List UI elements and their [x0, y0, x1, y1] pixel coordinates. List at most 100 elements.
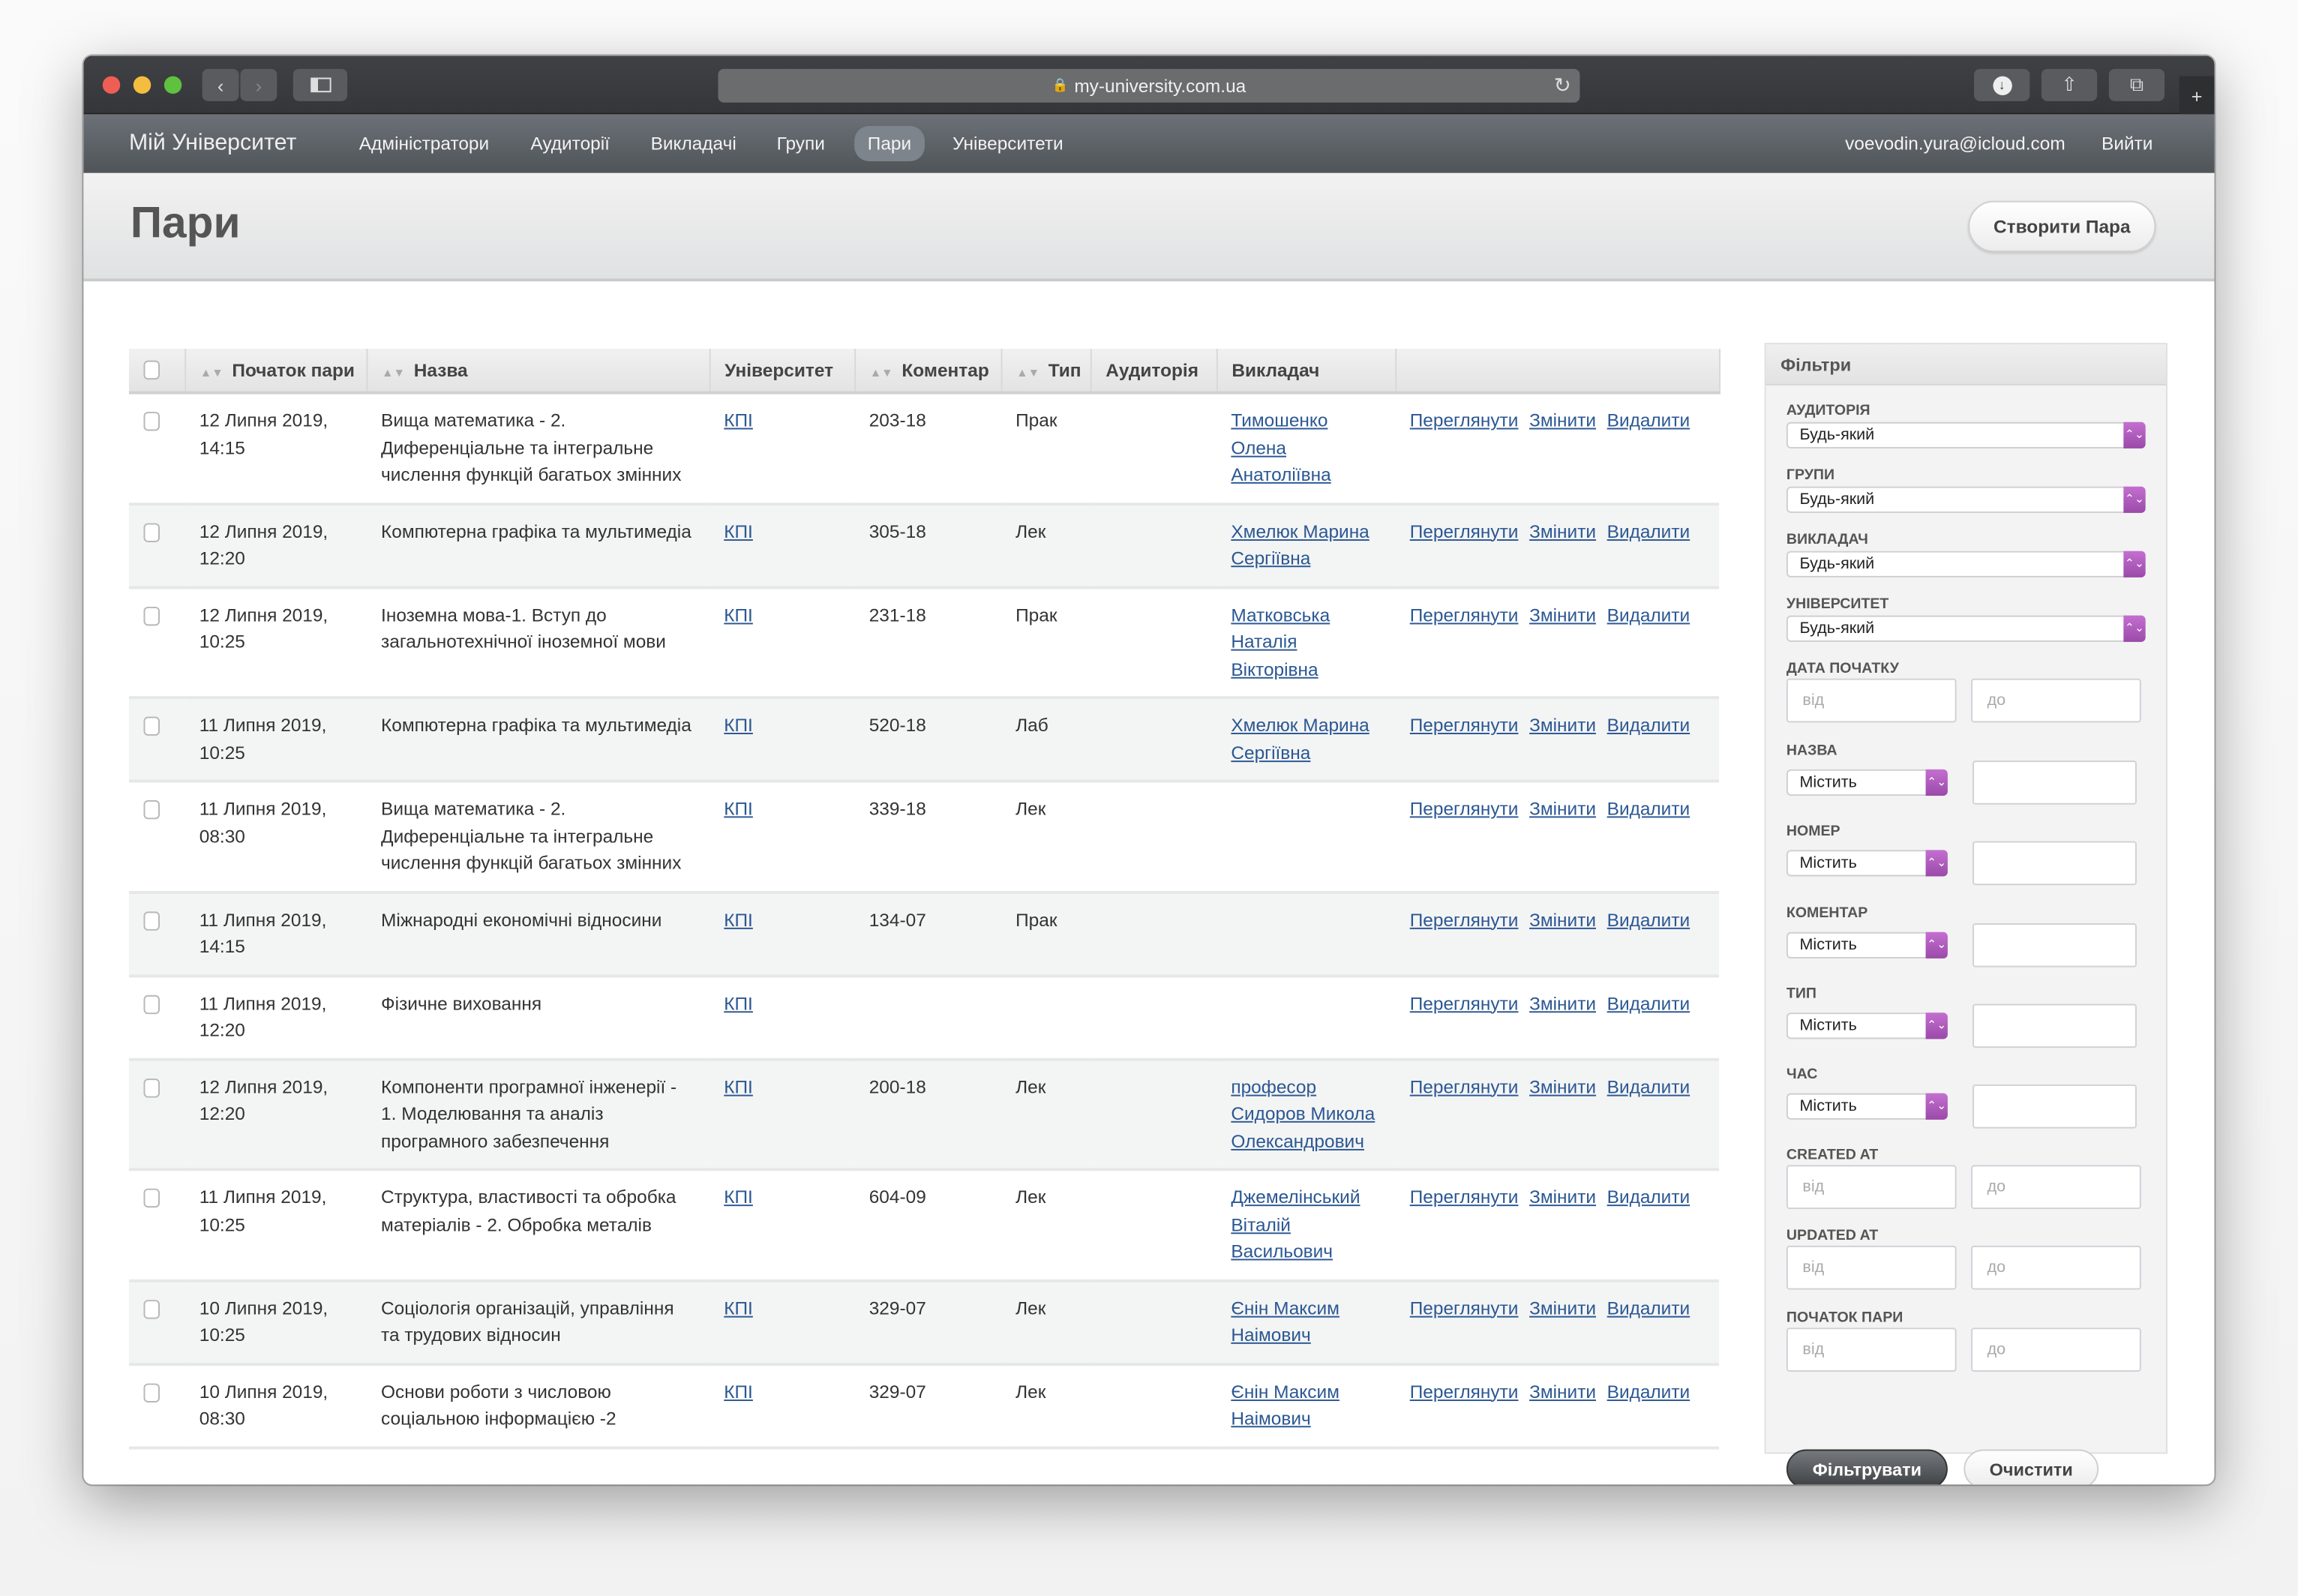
back-button[interactable]: ‹ [202, 68, 239, 101]
nav-item-teachers[interactable]: Викладачі [651, 114, 736, 172]
university-link[interactable]: КПІ [724, 1187, 753, 1208]
delete-link[interactable]: Видалити [1607, 909, 1690, 929]
select-all-checkbox[interactable] [143, 360, 160, 380]
filter-from-input[interactable]: від [1786, 1165, 1957, 1210]
view-link[interactable]: Переглянути [1410, 716, 1519, 736]
row-checkbox[interactable] [143, 412, 160, 431]
edit-link[interactable]: Змінити [1529, 799, 1596, 819]
delete-link[interactable]: Видалити [1607, 716, 1690, 736]
row-checkbox[interactable] [143, 1188, 160, 1208]
delete-link[interactable]: Видалити [1607, 1187, 1690, 1208]
reload-icon[interactable]: ↻ [1554, 74, 1571, 98]
view-link[interactable]: Переглянути [1410, 799, 1519, 819]
address-bar[interactable]: 🔒 my-university.com.ua ↻ [718, 68, 1580, 103]
teacher-link[interactable]: Хмелюк Марина Сергіївна [1231, 716, 1369, 764]
view-link[interactable]: Переглянути [1410, 521, 1519, 542]
share-button[interactable]: ⇧ [2041, 68, 2098, 101]
brand-link[interactable]: Мій Університет [129, 114, 296, 172]
university-link[interactable]: КПІ [724, 410, 753, 430]
maximize-window-button[interactable] [164, 76, 182, 94]
filter-operator-select[interactable]: Містить ⌃⌄ [1786, 1012, 1948, 1040]
teacher-link[interactable]: Матковська Наталія Вікторівна [1231, 604, 1330, 680]
teacher-link[interactable]: професор Сидоров Микола Олександрович [1231, 1076, 1375, 1151]
close-window-button[interactable] [102, 76, 121, 94]
downloads-button[interactable]: ↓ [1974, 68, 2030, 101]
filter-to-input[interactable]: до [1971, 678, 2141, 723]
filter-select[interactable]: Будь-який ⌃⌄ [1786, 486, 2146, 513]
filter-text-input[interactable] [1972, 1084, 2137, 1129]
teacher-link[interactable]: Єнін Максим Наімович [1231, 1298, 1340, 1346]
filter-to-input[interactable]: до [1971, 1165, 2141, 1210]
column-header-comment[interactable]: ▲▼ Коментар [854, 349, 1002, 394]
row-checkbox[interactable] [143, 1382, 160, 1402]
tabs-button[interactable]: ⧉ [2108, 68, 2165, 101]
delete-link[interactable]: Видалити [1607, 799, 1690, 819]
minimize-window-button[interactable] [133, 76, 152, 94]
university-link[interactable]: КПІ [724, 1382, 753, 1402]
nav-item-administrators[interactable]: Адміністратори [359, 114, 489, 172]
filter-text-input[interactable] [1972, 1004, 2137, 1048]
filter-select[interactable]: Будь-який ⌃⌄ [1786, 615, 2146, 642]
logout-link[interactable]: Вийти [2102, 114, 2152, 172]
filter-text-input[interactable] [1972, 760, 2137, 805]
sidebar-toggle-button[interactable] [292, 68, 348, 101]
edit-link[interactable]: Змінити [1529, 521, 1596, 542]
edit-link[interactable]: Змінити [1529, 604, 1596, 625]
delete-link[interactable]: Видалити [1607, 1382, 1690, 1402]
delete-link[interactable]: Видалити [1607, 1076, 1690, 1096]
nav-item-groups[interactable]: Групи [777, 114, 825, 172]
new-tab-button[interactable]: + [2179, 76, 2215, 115]
filter-operator-select[interactable]: Містить ⌃⌄ [1786, 850, 1948, 878]
row-checkbox[interactable] [143, 994, 160, 1014]
view-link[interactable]: Переглянути [1410, 909, 1519, 929]
filter-text-input[interactable] [1972, 922, 2137, 967]
teacher-link[interactable]: Єнін Максим Наімович [1231, 1382, 1340, 1430]
filter-text-input[interactable] [1972, 842, 2137, 886]
university-link[interactable]: КПІ [724, 993, 753, 1013]
delete-link[interactable]: Видалити [1607, 521, 1690, 542]
view-link[interactable]: Переглянути [1410, 1187, 1519, 1208]
university-link[interactable]: КПІ [724, 799, 753, 819]
row-checkbox[interactable] [143, 716, 160, 736]
filter-from-input[interactable]: від [1786, 1246, 1957, 1291]
university-link[interactable]: КПІ [724, 604, 753, 625]
row-checkbox[interactable] [143, 800, 160, 820]
delete-link[interactable]: Видалити [1607, 604, 1690, 625]
delete-link[interactable]: Видалити [1607, 410, 1690, 430]
column-header-type[interactable]: ▲▼ Тип [1000, 349, 1091, 394]
teacher-link[interactable]: Тимошенко Олена Анатоліївна [1231, 410, 1330, 485]
nav-item-auditoriums[interactable]: Аудиторії [530, 114, 610, 172]
filter-from-input[interactable]: від [1786, 1327, 1957, 1372]
teacher-link[interactable]: Хмелюк Марина Сергіївна [1231, 521, 1369, 569]
edit-link[interactable]: Змінити [1529, 716, 1596, 736]
user-email-link[interactable]: voevodin.yura@icloud.com [1845, 114, 2066, 172]
filter-from-input[interactable]: від [1786, 678, 1957, 723]
filter-operator-select[interactable]: Містить ⌃⌄ [1786, 769, 1948, 796]
university-link[interactable]: КПІ [724, 1076, 753, 1096]
row-checkbox[interactable] [143, 522, 160, 542]
edit-link[interactable]: Змінити [1529, 1076, 1596, 1096]
column-header-name[interactable]: ▲▼ Назва [366, 349, 710, 394]
clear-button[interactable]: Очистити [1964, 1449, 2099, 1485]
delete-link[interactable]: Видалити [1607, 993, 1690, 1013]
edit-link[interactable]: Змінити [1529, 1187, 1596, 1208]
row-checkbox[interactable] [143, 605, 160, 626]
university-link[interactable]: КПІ [724, 716, 753, 736]
row-checkbox[interactable] [143, 1078, 160, 1097]
create-pair-button[interactable]: Створити Пара [1968, 200, 2156, 253]
filter-to-input[interactable]: до [1971, 1327, 2141, 1372]
forward-button[interactable]: › [240, 68, 278, 101]
view-link[interactable]: Переглянути [1410, 410, 1519, 430]
filter-select[interactable]: Будь-який ⌃⌄ [1786, 550, 2146, 578]
university-link[interactable]: КПІ [724, 521, 753, 542]
university-link[interactable]: КПІ [724, 1298, 753, 1318]
edit-link[interactable]: Змінити [1529, 1382, 1596, 1402]
edit-link[interactable]: Змінити [1529, 410, 1596, 430]
nav-item-universities[interactable]: Університети [952, 114, 1064, 172]
nav-item-pairs[interactable]: Пари [854, 126, 925, 161]
edit-link[interactable]: Змінити [1529, 909, 1596, 929]
filter-button[interactable]: Фільтрувати [1786, 1449, 1948, 1485]
filter-select[interactable]: Будь-який ⌃⌄ [1786, 422, 2146, 448]
filter-operator-select[interactable]: Містить ⌃⌄ [1786, 1094, 1948, 1120]
view-link[interactable]: Переглянути [1410, 1076, 1519, 1096]
